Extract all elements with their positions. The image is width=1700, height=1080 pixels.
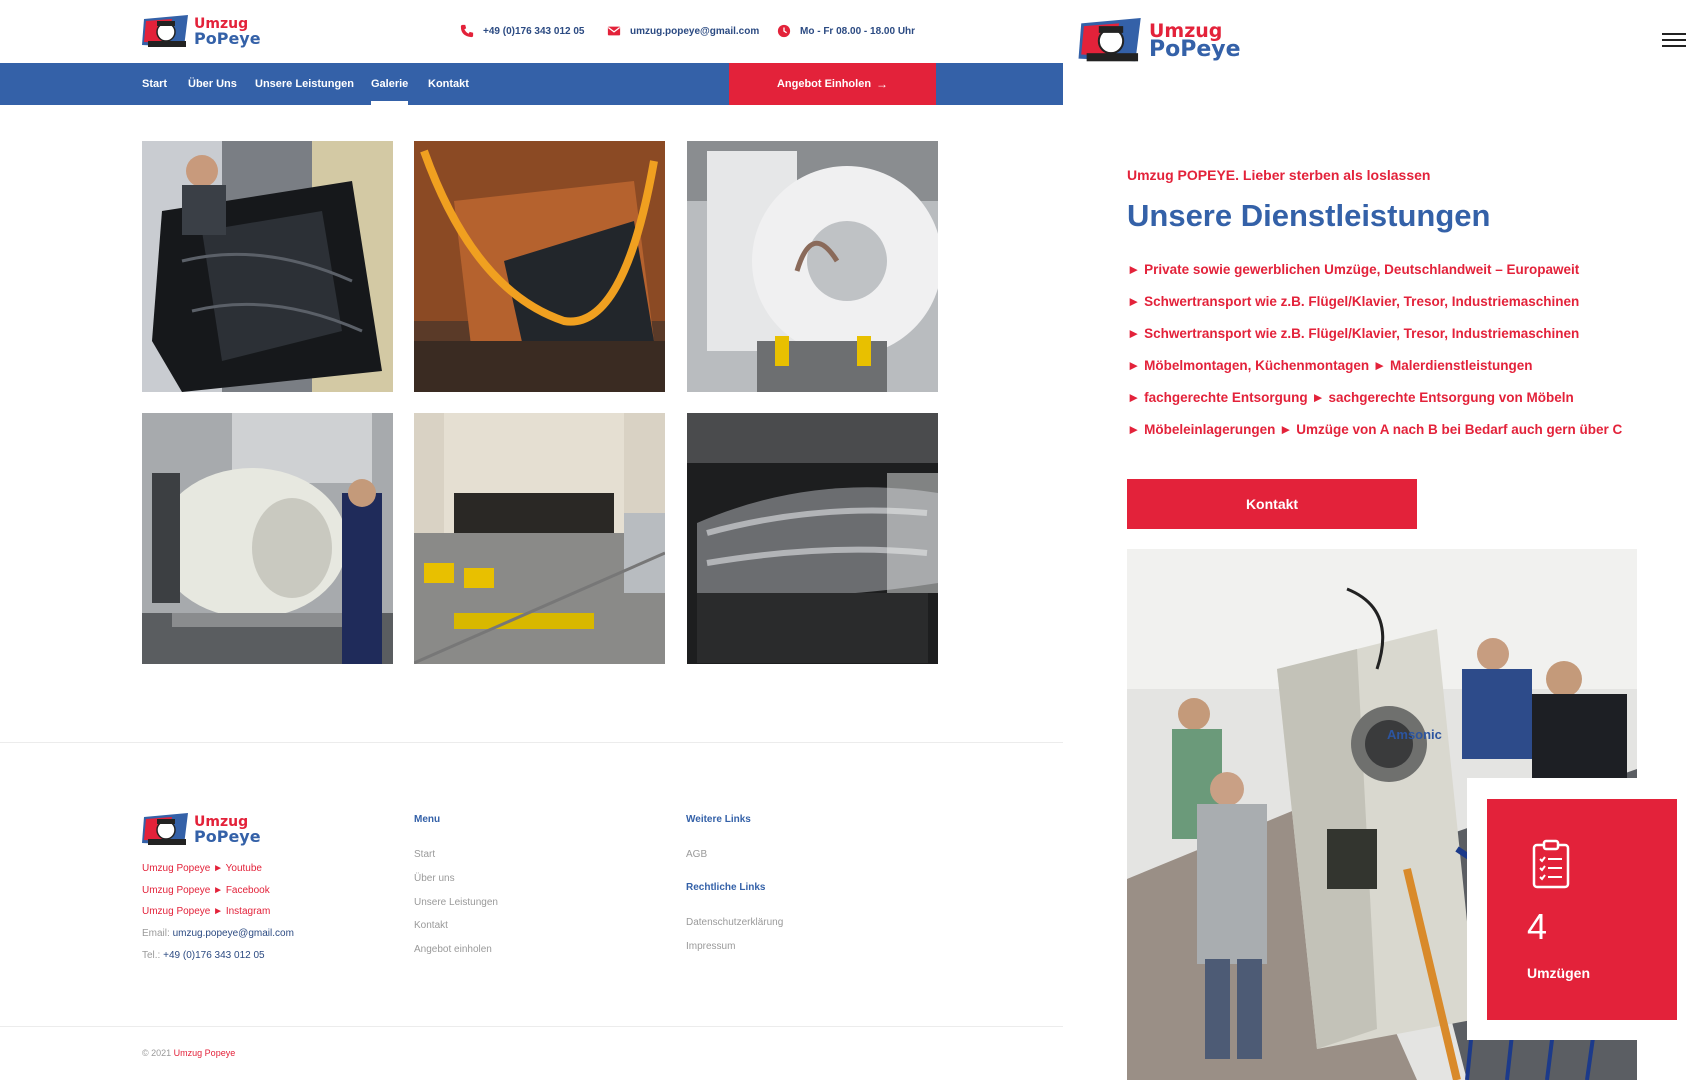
footer-email-link[interactable]: umzug.popeye@gmail.com [173,928,294,939]
envelope-icon [607,26,621,36]
service-item: ► Schwertransport wie z.B. Flügel/Klavie… [1127,326,1580,341]
logo-line2: PoPeye [1149,36,1241,62]
footer-tel-label: Tel.: [142,950,161,961]
gallery-image-2[interactable] [414,141,665,392]
footer-youtube-link[interactable]: Umzug Popeye ► Youtube [142,863,262,874]
gallery-image-5[interactable] [414,413,665,664]
footer-menu-kontakt[interactable]: Kontakt [414,920,448,931]
phone-icon [460,24,474,38]
service-item: ► Private sowie gewerblichen Umzüge, Deu… [1127,262,1580,277]
footer-email-label: Email: [142,928,170,939]
footer-menu-title: Menu [414,814,441,825]
header-hours: Mo - Fr 08.00 - 18.00 Uhr [777,24,915,38]
logo-line2: PoPeye [194,29,261,49]
gallery-grid [142,141,938,664]
desktop-page: Umzug PoPeye +49 (0)176 343 012 05 umzug… [0,0,1063,1080]
counter-label: Umzügen [1527,965,1590,981]
footer-logo[interactable]: Umzug PoPeye [142,813,261,847]
popeye-logo-icon [142,813,188,845]
footer-email: Email: umzug.popeye@gmail.com [142,928,294,939]
gallery-image-3[interactable] [687,141,938,392]
footer-instagram-link[interactable]: Umzug Popeye ► Instagram [142,906,270,917]
service-item: ► fachgerechte Entsorgung ► sachgerechte… [1127,390,1574,405]
footer-impressum-link[interactable]: Impressum [686,941,735,952]
header-email-text: umzug.popeye@gmail.com [630,25,760,37]
arrow-right-icon: → [876,77,889,91]
footer-rechtliche-links-title: Rechtliche Links [686,882,766,893]
footer-menu-leistungen[interactable]: Unsere Leistungen [414,897,498,908]
footer-datenschutz-link[interactable]: Datenschutzerklärung [686,917,783,928]
footer-facebook-link[interactable]: Umzug Popeye ► Facebook [142,885,270,896]
footer-divider-top [0,742,1063,743]
top-bar: Umzug PoPeye +49 (0)176 343 012 05 umzug… [0,0,1063,63]
clock-icon [777,24,791,38]
copyright: © 2021 Umzug Popeye [142,1048,235,1058]
clipboard-icon [1532,839,1570,889]
copyright-prefix: © 2021 [142,1048,172,1058]
gallery-image-1[interactable] [142,141,393,392]
hamburger-menu-icon[interactable] [1662,33,1686,47]
counter-card: 4 Umzügen [1487,799,1677,1020]
footer-menu-angebot[interactable]: Angebot einholen [414,944,492,955]
counter-value: 4 [1527,906,1548,947]
header-hours-text: Mo - Fr 08.00 - 18.00 Uhr [800,25,916,37]
service-item: ► Schwertransport wie z.B. Flügel/Klavie… [1127,294,1580,309]
nav-galerie[interactable]: Galerie [371,63,409,105]
header-phone[interactable]: +49 (0)176 343 012 05 [460,24,584,38]
footer-weitere-links-title: Weitere Links [686,814,751,825]
footer-menu-start[interactable]: Start [414,849,435,860]
nav-start[interactable]: Start [142,63,167,105]
service-item: ► Möbelmontagen, Küchenmontagen ► Malerd… [1127,358,1533,373]
gallery-image-6[interactable] [687,413,938,664]
logo-line2: PoPeye [194,827,261,847]
angebot-einholen-button[interactable]: Angebot Einholen → [729,63,936,105]
service-item: ► Möbeleinlagerungen ► Umzüge von A nach… [1127,422,1623,437]
nav-kontakt[interactable]: Kontakt [428,63,469,105]
header-email[interactable]: umzug.popeye@gmail.com [607,24,759,38]
popeye-logo-icon [142,15,188,47]
gallery-image-4[interactable] [142,413,393,664]
popeye-logo-icon [1078,18,1141,62]
copyright-brand-link[interactable]: Umzug Popeye [174,1048,236,1058]
mobile-page: Umzug PoPeye Umzug POPEYE. Lieber sterbe… [1063,0,1700,1080]
angebot-einholen-label: Angebot Einholen [776,78,872,90]
nav-unsere-leistungen[interactable]: Unsere Leistungen [255,63,354,105]
hero-machine-label: Amsonic [1387,727,1442,742]
footer-tel: Tel.: +49 (0)176 343 012 05 [142,950,265,961]
kontakt-button[interactable]: Kontakt [1127,479,1417,529]
footer-menu-ueber-uns[interactable]: Über uns [414,873,455,884]
services-title: Unsere Dienstleistungen [1127,198,1491,233]
header-phone-text: +49 (0)176 343 012 05 [483,25,585,37]
services-tagline: Umzug POPEYE. Lieber sterben als loslass… [1127,167,1431,183]
nav-ueber-uns[interactable]: Über Uns [188,63,237,105]
mobile-logo[interactable]: Umzug PoPeye [1078,18,1241,64]
header-logo[interactable]: Umzug PoPeye [142,15,261,49]
footer-divider-bottom [0,1026,1063,1027]
footer-agb-link[interactable]: AGB [686,849,707,860]
footer-tel-link[interactable]: +49 (0)176 343 012 05 [163,950,264,961]
